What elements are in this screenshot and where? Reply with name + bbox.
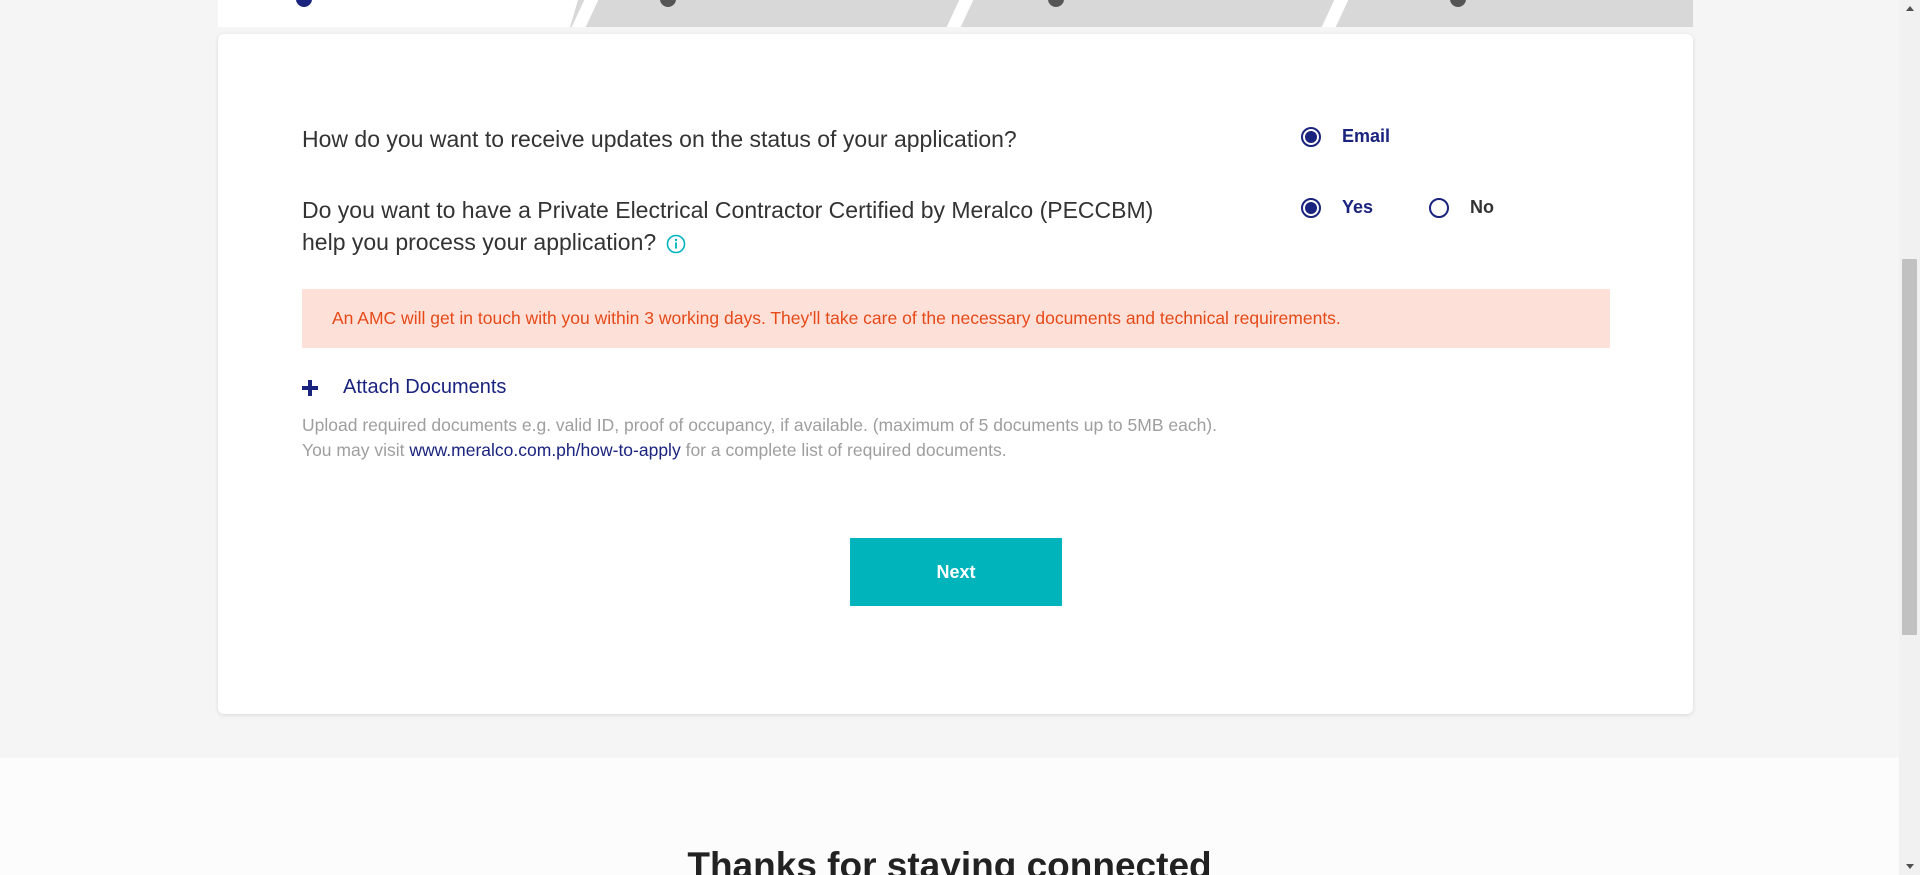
yes-radio-button[interactable] — [1301, 197, 1321, 218]
upload-help-suffix: for a complete list of required document… — [685, 440, 1007, 460]
progress-stepper — [218, 0, 1693, 27]
next-button[interactable]: Next — [850, 538, 1062, 606]
email-radio-button[interactable] — [1301, 126, 1321, 147]
step-separator — [946, 0, 974, 27]
how-to-apply-link[interactable]: www.meralco.com.ph/how-to-apply — [409, 440, 680, 460]
vertical-scrollbar[interactable] — [1899, 0, 1920, 875]
radio-selected-dot — [1305, 201, 1317, 214]
step-separator — [1321, 0, 1349, 27]
info-icon[interactable] — [666, 230, 686, 254]
footer-heading: Thanks for staying connected — [687, 845, 1212, 875]
upload-help-text: Upload required documents e.g. valid ID,… — [302, 413, 1217, 463]
step-2-dot — [660, 0, 676, 7]
step-4-dot — [1450, 0, 1466, 7]
updates-question: How do you want to receive updates on th… — [302, 126, 1017, 152]
peccbm-question: Do you want to have a Private Electrical… — [302, 194, 1182, 258]
upload-help-line1: Upload required documents e.g. valid ID,… — [302, 415, 1217, 435]
step-1-segment — [218, 0, 578, 27]
peccbm-radio-group: Yes No — [1301, 197, 1494, 218]
email-radio-label[interactable]: Email — [1342, 126, 1390, 147]
yes-radio[interactable]: Yes — [1301, 197, 1373, 218]
yes-radio-label[interactable]: Yes — [1342, 197, 1373, 218]
page-viewport: How do you want to receive updates on th… — [0, 0, 1899, 875]
upload-help-prefix: You may visit — [302, 440, 405, 460]
updates-radio-group: Email — [1301, 126, 1390, 147]
amc-notice-banner: An AMC will get in touch with you within… — [302, 289, 1610, 348]
chevron-down-icon — [1905, 864, 1914, 869]
attach-documents-label[interactable]: Attach Documents — [343, 376, 506, 399]
peccbm-question-line1: Do you want to have a Private Electrical… — [302, 197, 1154, 223]
amc-notice-text: An AMC will get in touch with you within… — [332, 308, 1341, 328]
chevron-up-icon — [1905, 6, 1914, 11]
no-radio[interactable]: No — [1429, 197, 1494, 218]
email-radio[interactable]: Email — [1301, 126, 1390, 147]
application-form-card: How do you want to receive updates on th… — [218, 34, 1693, 714]
plus-icon[interactable] — [302, 379, 318, 396]
scroll-down-arrow[interactable] — [1899, 858, 1920, 875]
scroll-up-arrow[interactable] — [1899, 0, 1920, 17]
radio-selected-dot — [1305, 130, 1317, 143]
attach-documents-button[interactable]: Attach Documents — [302, 376, 506, 399]
peccbm-question-line2: help you process your application? — [302, 229, 657, 255]
step-3-dot — [1048, 0, 1064, 7]
no-radio-button[interactable] — [1429, 197, 1450, 218]
no-radio-label[interactable]: No — [1470, 197, 1494, 218]
scrollbar-thumb[interactable] — [1902, 259, 1917, 635]
